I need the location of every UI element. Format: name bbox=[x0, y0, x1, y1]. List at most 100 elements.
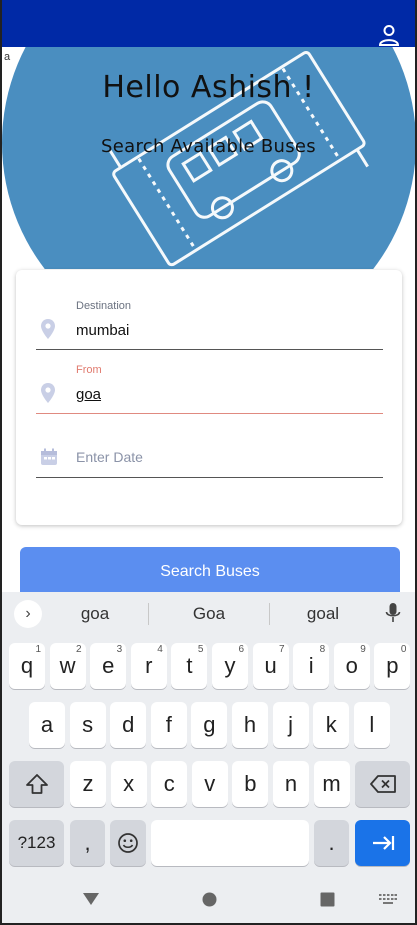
recents-square-icon[interactable] bbox=[320, 892, 335, 907]
microphone-icon[interactable] bbox=[385, 602, 401, 624]
key-w[interactable]: w2 bbox=[49, 643, 86, 689]
key-a[interactable]: a bbox=[29, 702, 65, 748]
suggestion-item[interactable]: goa bbox=[55, 604, 135, 624]
key-d[interactable]: d bbox=[110, 702, 147, 748]
key-label: c bbox=[163, 771, 175, 796]
from-field[interactable]: From goa bbox=[36, 364, 383, 414]
key-f[interactable]: f bbox=[150, 702, 187, 748]
key-label: y bbox=[224, 653, 236, 678]
key-number-hint: 7 bbox=[279, 644, 285, 655]
key-label: s bbox=[82, 712, 94, 737]
destination-label: Destination bbox=[76, 300, 132, 312]
suggestion-item[interactable]: goal bbox=[283, 604, 363, 624]
backspace-key[interactable] bbox=[355, 761, 410, 807]
key-number-hint: 3 bbox=[116, 644, 123, 655]
key-r[interactable]: r4 bbox=[130, 643, 167, 689]
key-label: d bbox=[122, 712, 135, 737]
key-s[interactable]: s bbox=[69, 702, 106, 748]
key-t[interactable]: t5 bbox=[171, 643, 208, 689]
key-label: n bbox=[284, 771, 298, 796]
key-v[interactable]: v bbox=[191, 761, 228, 807]
key-label: u bbox=[264, 653, 277, 678]
key-label: v bbox=[204, 771, 216, 796]
back-triangle-icon[interactable] bbox=[82, 892, 100, 906]
key-label: q bbox=[20, 653, 34, 678]
key-label: f bbox=[165, 712, 172, 737]
key-label: j bbox=[288, 712, 294, 737]
key-number-hint: 8 bbox=[319, 644, 326, 655]
suggestion-divider bbox=[148, 603, 149, 625]
destination-field[interactable]: Destination mumbai bbox=[36, 300, 383, 350]
home-circle-icon[interactable] bbox=[202, 892, 217, 907]
key-u[interactable]: u7 bbox=[252, 643, 289, 689]
location-pin-icon bbox=[41, 383, 55, 403]
app-header bbox=[2, 0, 415, 47]
smiley-icon bbox=[118, 833, 138, 853]
key-label: r bbox=[145, 653, 153, 678]
location-pin-icon bbox=[41, 319, 55, 339]
space-key[interactable] bbox=[151, 820, 309, 866]
key-number-hint: 4 bbox=[157, 644, 163, 655]
key-label: a bbox=[40, 712, 54, 737]
period-key[interactable]: . bbox=[314, 820, 349, 866]
key-h[interactable]: h bbox=[232, 702, 268, 748]
key-o[interactable]: o9 bbox=[333, 643, 370, 689]
greeting-title: Hello Ashish ! bbox=[102, 70, 315, 105]
chevron-right-icon[interactable]: › bbox=[14, 600, 42, 628]
comma-key[interactable]: , bbox=[70, 820, 105, 866]
date-field[interactable]: Enter Date bbox=[36, 428, 383, 478]
key-l[interactable]: l bbox=[353, 702, 390, 748]
key-number-hint: 1 bbox=[35, 644, 41, 655]
key-number-hint: 9 bbox=[360, 644, 366, 655]
key-j[interactable]: j bbox=[272, 702, 309, 748]
search-form-card: Destination mumbai From goa Enter Date bbox=[16, 270, 402, 525]
key-number-hint: 5 bbox=[197, 644, 204, 655]
key-label: i bbox=[308, 653, 314, 678]
hero-banner: Hello Ashish ! Search Available Buses bbox=[2, 47, 415, 269]
key-label: k bbox=[325, 712, 337, 737]
date-placeholder[interactable]: Enter Date bbox=[76, 449, 143, 465]
key-number-hint: 6 bbox=[238, 644, 244, 655]
key-x[interactable]: x bbox=[110, 761, 147, 807]
key-label: z bbox=[82, 771, 94, 796]
key-label: e bbox=[102, 653, 115, 678]
keyboard-icon[interactable] bbox=[379, 894, 397, 905]
key-n[interactable]: n bbox=[273, 761, 309, 807]
key-k[interactable]: k bbox=[313, 702, 350, 748]
key-e[interactable]: e3 bbox=[90, 643, 127, 689]
from-value[interactable]: goa bbox=[76, 386, 101, 403]
key-b[interactable]: b bbox=[232, 761, 269, 807]
key-q[interactable]: q1 bbox=[9, 643, 45, 689]
key-label: w bbox=[59, 653, 76, 678]
key-label: b bbox=[244, 771, 257, 796]
search-buses-button[interactable]: Search Buses bbox=[20, 547, 400, 595]
key-label: g bbox=[203, 712, 216, 737]
key-m[interactable]: m bbox=[313, 761, 350, 807]
field-underline bbox=[36, 477, 383, 478]
key-z[interactable]: z bbox=[70, 761, 106, 807]
key-i[interactable]: i8 bbox=[293, 643, 330, 689]
shift-key[interactable] bbox=[9, 761, 64, 807]
person-icon[interactable] bbox=[377, 24, 401, 46]
suggestion-item[interactable]: Goa bbox=[169, 604, 249, 624]
backspace-icon bbox=[369, 775, 396, 793]
field-underline bbox=[36, 413, 383, 414]
destination-value[interactable]: mumbai bbox=[76, 322, 129, 339]
suggestion-strip: › goa Goa goal bbox=[2, 592, 415, 636]
soft-keyboard: › goa Goa goal ?123 , . q 1 w 2 e 3 r 4 … bbox=[2, 592, 415, 874]
key-p[interactable]: p0 bbox=[374, 643, 411, 689]
key-label: l bbox=[369, 712, 375, 737]
key-c[interactable]: c bbox=[151, 761, 188, 807]
key-number-hint: 0 bbox=[400, 644, 407, 655]
key-number-hint: 2 bbox=[76, 644, 82, 655]
field-underline bbox=[36, 349, 383, 350]
key-g[interactable]: g bbox=[191, 702, 228, 748]
symbols-key[interactable]: ?123 bbox=[9, 820, 64, 866]
enter-key[interactable] bbox=[355, 820, 410, 866]
key-label: t bbox=[186, 653, 193, 678]
next-arrow-icon bbox=[372, 836, 394, 850]
emoji-key[interactable] bbox=[110, 820, 146, 866]
page-subtitle: Search Available Buses bbox=[101, 136, 316, 157]
key-y[interactable]: y6 bbox=[212, 643, 248, 689]
key-label: o bbox=[345, 653, 358, 678]
